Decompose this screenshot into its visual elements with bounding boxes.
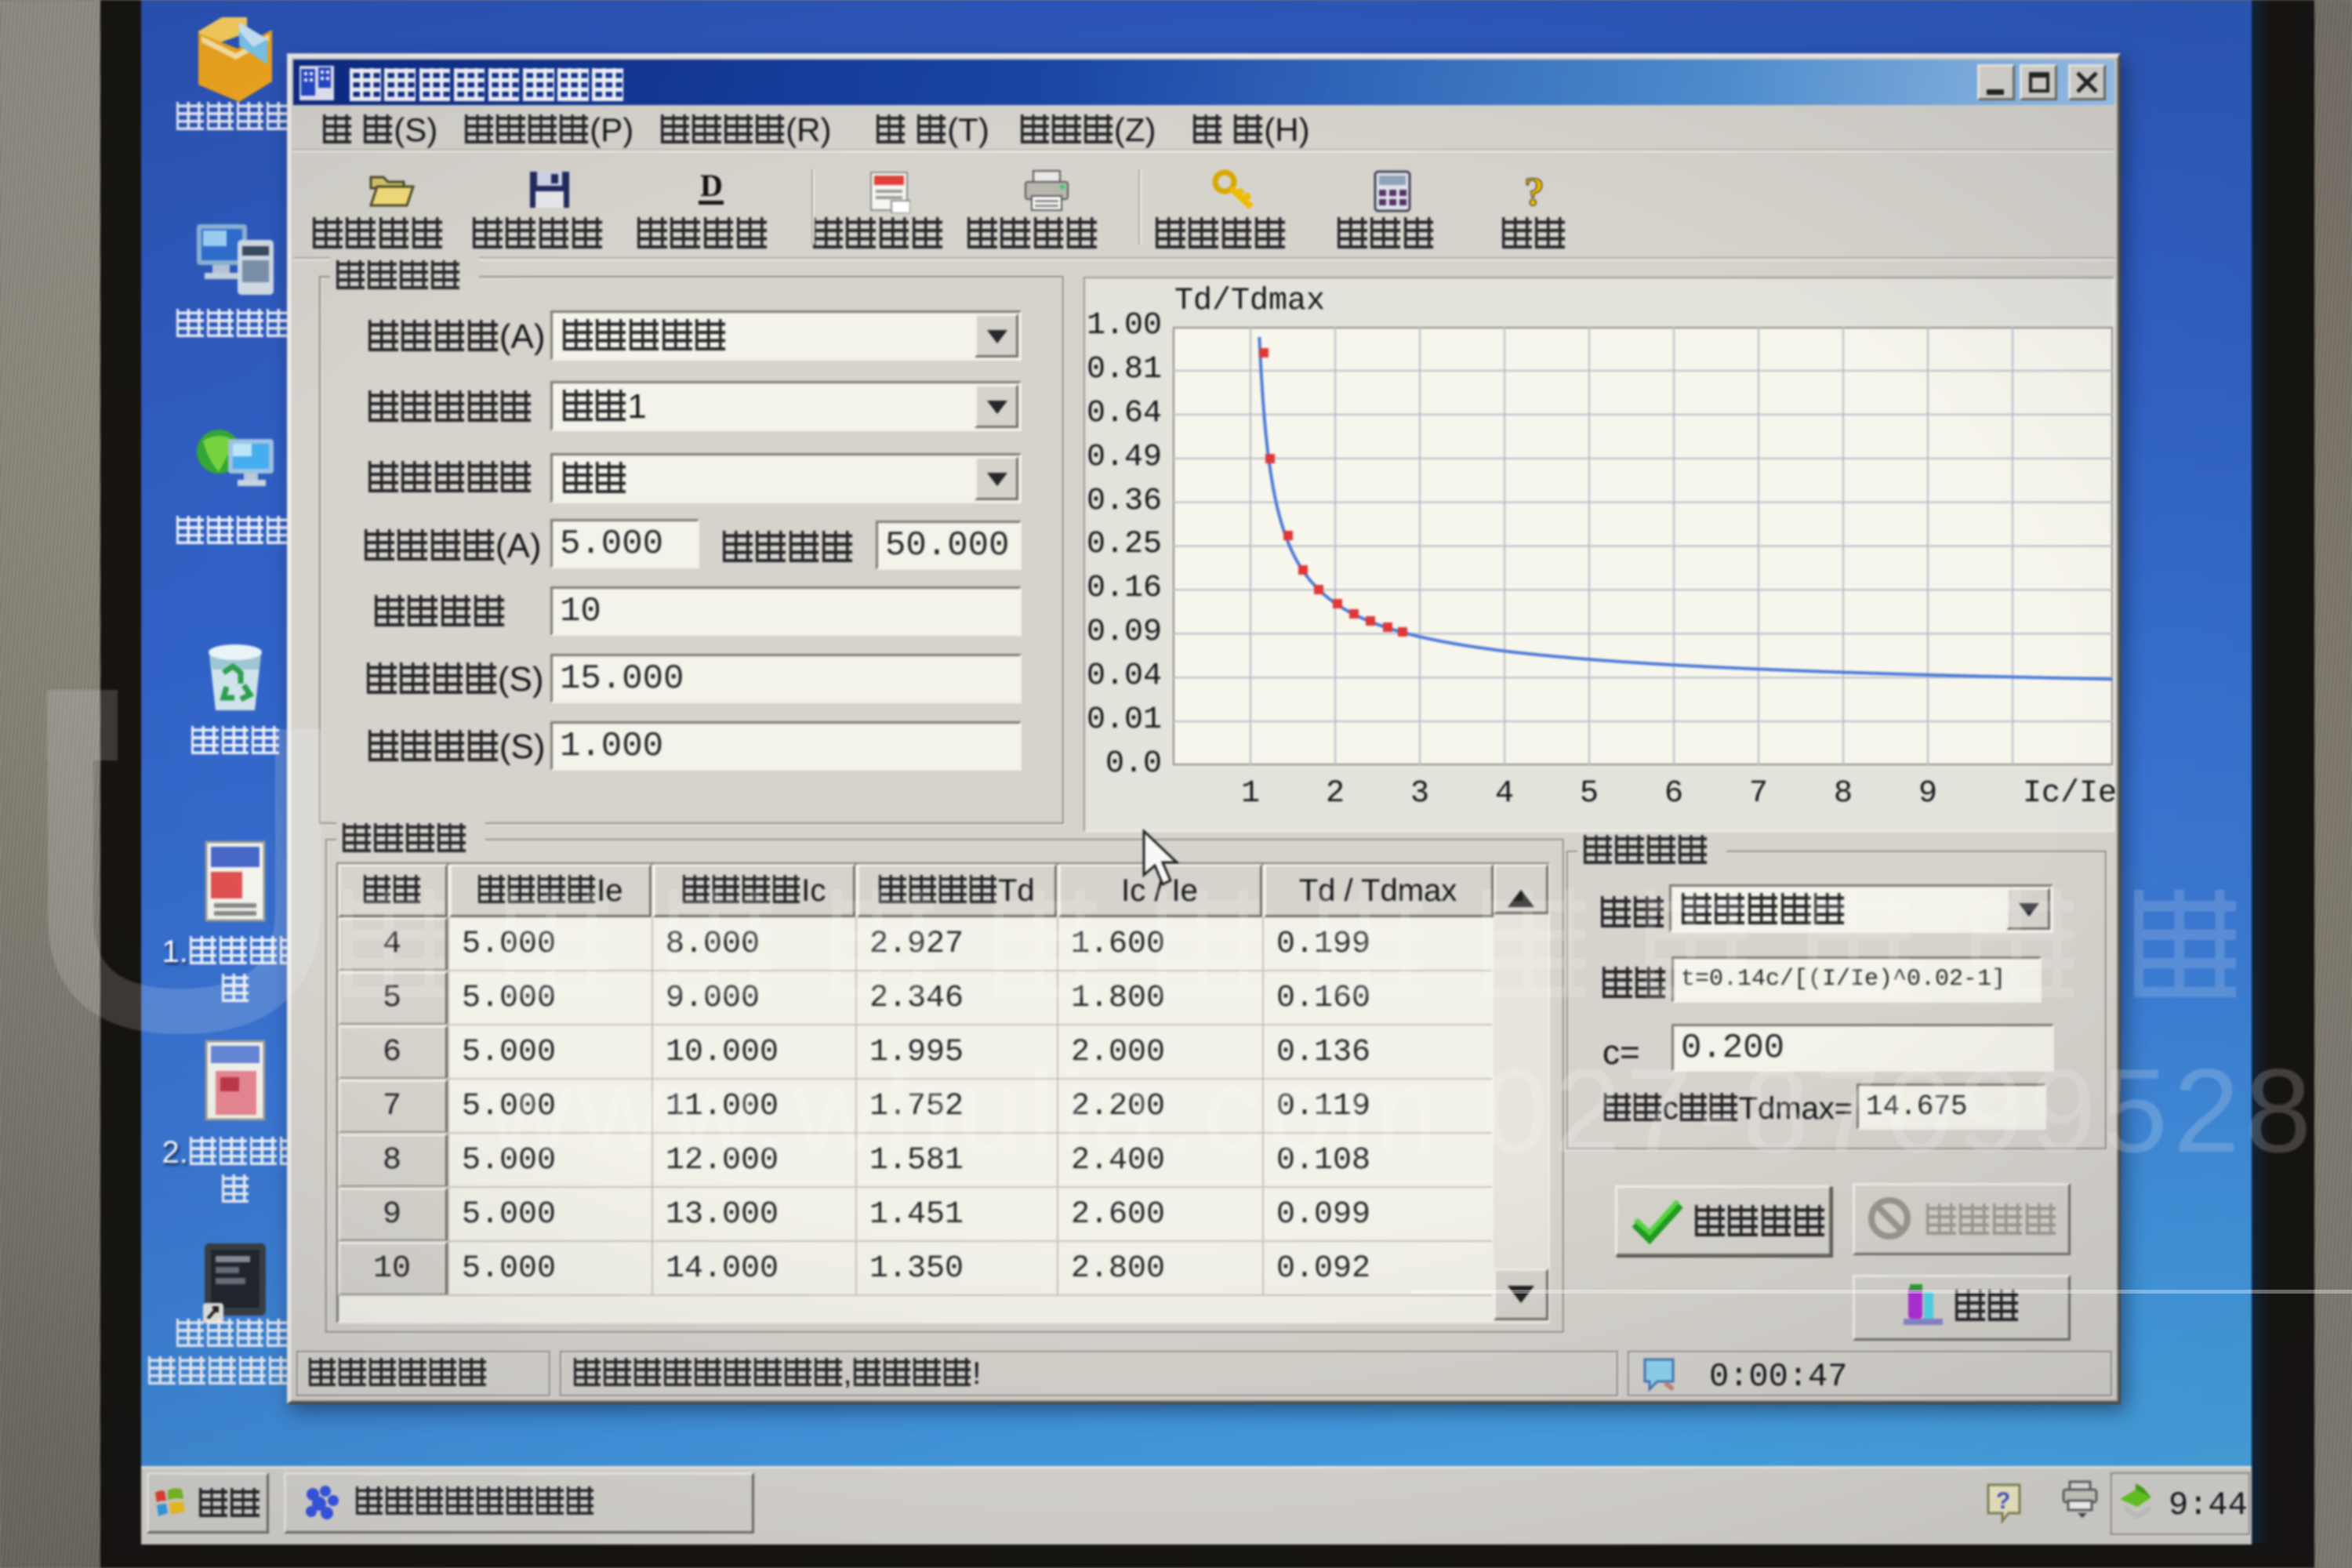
svg-text:?: ?	[1996, 1488, 2010, 1514]
svg-text:D: D	[700, 169, 723, 203]
svg-text:?: ?	[1524, 170, 1544, 213]
